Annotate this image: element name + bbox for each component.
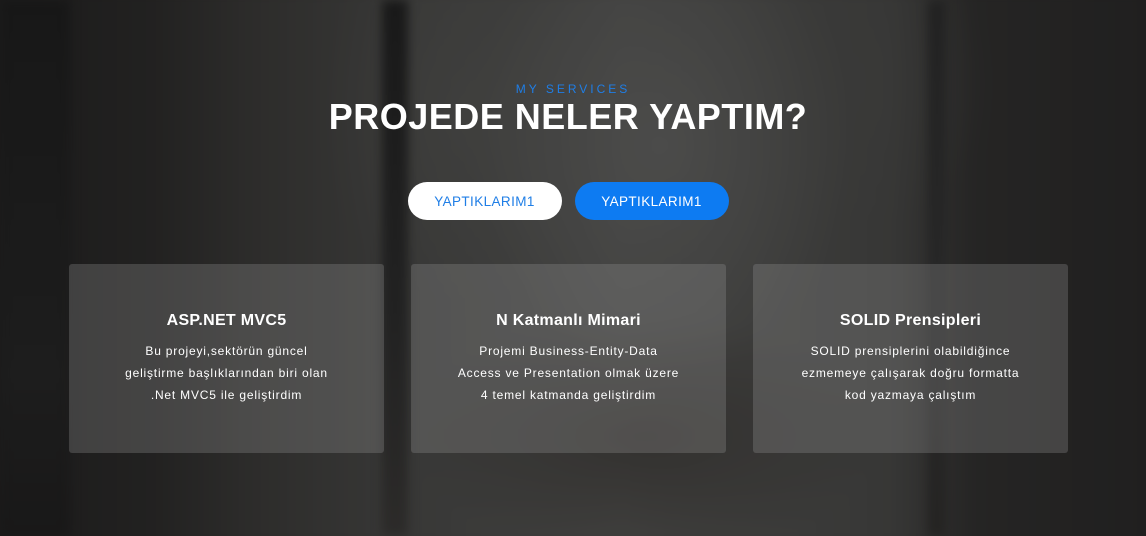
section-eyebrow: MY SERVICES bbox=[515, 82, 631, 96]
card-text-line: Projemi Business-Entity-Data bbox=[479, 344, 658, 358]
filter-button-2-active[interactable]: YAPTIKLARIM1 bbox=[574, 182, 729, 220]
card-text-line: Access ve Presentation olmak üzere bbox=[457, 366, 680, 380]
card-text-line: .Net MVC5 ile geliştirdim bbox=[150, 388, 303, 402]
card-text-line: geliştirme başlıklarından biri olan bbox=[125, 366, 328, 380]
filter-buttons: YAPTIKLARIM1 YAPTIKLARIM1 bbox=[0, 182, 1136, 220]
card-title: SOLID Prensipleri bbox=[839, 312, 982, 329]
card-description: Projemi Business-Entity-Data Access ve P… bbox=[439, 340, 699, 406]
card-title: ASP.NET MVC5 bbox=[166, 312, 287, 329]
services-section: MY SERVICES PROJEDE NELER YAPTIM? YAPTIK… bbox=[0, 0, 1146, 536]
section-content: MY SERVICES PROJEDE NELER YAPTIM? YAPTIK… bbox=[0, 0, 1146, 536]
card-description: SOLID prensiplerini olabildiğince ezmeme… bbox=[781, 340, 1041, 406]
service-cards: ASP.NET MVC5 Bu projeyi,sektörün güncel … bbox=[69, 264, 1068, 453]
card-title: N Katmanlı Mimari bbox=[496, 312, 641, 329]
card-text-line: 4 temel katmanda geliştirdim bbox=[480, 388, 657, 402]
service-card-solid: SOLID Prensipleri SOLID prensiplerini ol… bbox=[753, 264, 1068, 453]
card-text-line: kod yazmaya çalıştım bbox=[844, 388, 977, 402]
card-text-line: SOLID prensiplerini olabildiğince bbox=[810, 344, 1011, 358]
card-text-line: Bu projeyi,sektörün güncel bbox=[145, 344, 308, 358]
service-card-aspnet: ASP.NET MVC5 Bu projeyi,sektörün güncel … bbox=[69, 264, 384, 453]
card-text-line: ezmemeye çalışarak doğru formatta bbox=[801, 366, 1020, 380]
service-card-n-tier: N Katmanlı Mimari Projemi Business-Entit… bbox=[411, 264, 726, 453]
section-title: PROJEDE NELER YAPTIM? bbox=[328, 96, 808, 137]
filter-button-1[interactable]: YAPTIKLARIM1 bbox=[407, 182, 562, 220]
card-description: Bu projeyi,sektörün güncel geliştirme ba… bbox=[97, 340, 357, 406]
